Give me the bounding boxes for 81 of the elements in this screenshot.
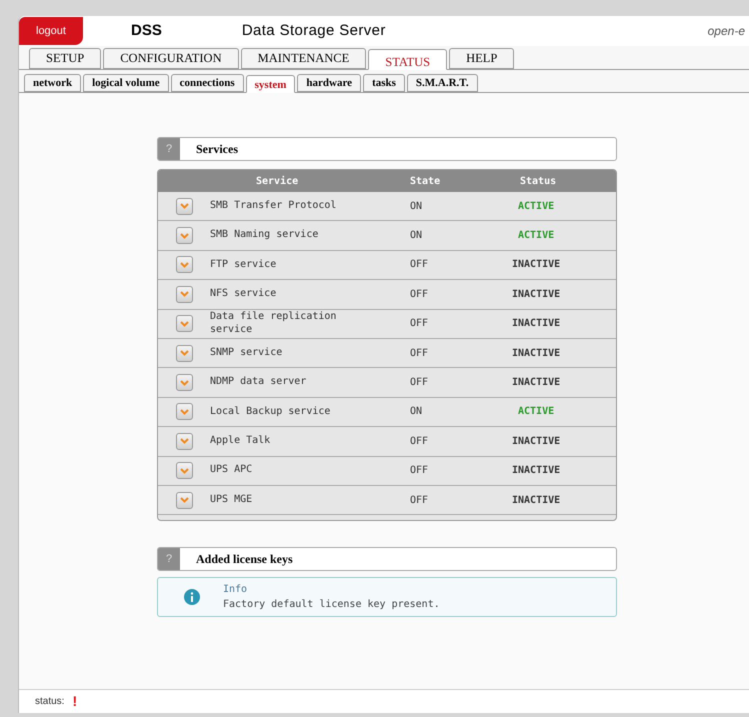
- product-name: DSS: [131, 20, 162, 41]
- info-icon: [184, 589, 200, 606]
- service-name: SMB Transfer Protocol: [210, 200, 338, 212]
- state-cell-text: OFF: [410, 464, 430, 478]
- subtab[interactable]: connections: [170, 74, 244, 92]
- state-cell-text: OFF: [410, 434, 430, 449]
- status-cell-text: INACTIVE: [512, 434, 560, 449]
- status-cell-text: INACTIVE: [512, 346, 560, 361]
- section-title: Services: [196, 141, 238, 158]
- info-message: Factory default license key present.: [223, 598, 440, 612]
- chevron-down-icon: [180, 350, 188, 356]
- state-cell-text: ON: [410, 405, 424, 420]
- chevron-down-icon: [180, 468, 188, 474]
- state-cell-text: OFF: [410, 317, 430, 332]
- state-cell-text: ON: [410, 229, 424, 244]
- chevron-down-icon: [180, 438, 188, 444]
- status-cell-text: INACTIVE: [512, 376, 560, 390]
- state-cell-text: OFF: [410, 258, 430, 272]
- expand-button[interactable]: [176, 374, 192, 392]
- chevron-down-icon: [180, 497, 188, 504]
- logout-button[interactable]: logout: [19, 17, 83, 45]
- status-cell-text: INACTIVE: [512, 494, 560, 508]
- expand-button[interactable]: [176, 256, 192, 274]
- column-header: Service: [256, 174, 300, 188]
- tab[interactable]: SETUP: [29, 48, 102, 69]
- chevron-down-icon: [180, 291, 188, 298]
- state-cell-text: OFF: [410, 346, 430, 361]
- chevron-down-icon: [180, 320, 188, 327]
- service-name: SMB Naming service: [210, 229, 320, 242]
- expand-button[interactable]: [176, 198, 192, 215]
- service-name: SNMP service: [210, 346, 284, 360]
- app-title: Data Storage Server: [242, 20, 386, 41]
- subtab[interactable]: S.M.A.R.T.: [406, 74, 478, 92]
- service-name: NDMP data server: [210, 376, 308, 389]
- state-cell-text: OFF: [410, 494, 430, 508]
- column-header: State: [410, 174, 442, 188]
- chevron-down-icon: [180, 408, 188, 415]
- expand-button[interactable]: [176, 227, 192, 244]
- status-cell-text: INACTIVE: [512, 258, 560, 272]
- service-name: UPS MGE: [210, 494, 254, 506]
- status-cell-text: INACTIVE: [512, 464, 560, 478]
- info-title: Info: [223, 583, 248, 598]
- service-name: NFS service: [210, 288, 278, 301]
- expand-button[interactable]: [176, 403, 192, 420]
- subtab[interactable]: system: [246, 75, 296, 93]
- tab[interactable]: HELP: [449, 48, 514, 69]
- status-warning-text: !: [72, 692, 78, 711]
- expand-button[interactable]: [176, 315, 192, 332]
- tab[interactable]: CONFIGURATION: [103, 48, 239, 69]
- status-cell-text: ACTIVE: [518, 405, 554, 420]
- expand-button[interactable]: [176, 492, 192, 509]
- service-name: FTP service: [210, 258, 278, 272]
- service-name: Apple Talk: [210, 435, 272, 448]
- section-title: Added license keys: [196, 551, 293, 568]
- subtab[interactable]: network: [24, 74, 82, 92]
- chevron-down-icon: [180, 203, 188, 210]
- subtab[interactable]: logical volume: [83, 74, 169, 92]
- expand-button[interactable]: [176, 462, 192, 480]
- state-cell-text: ON: [410, 200, 424, 214]
- service-name: UPS APC: [210, 464, 254, 477]
- tab[interactable]: STATUS: [368, 49, 448, 70]
- brand-text: open-e: [708, 23, 745, 40]
- column-header: Status: [520, 174, 556, 188]
- subtab[interactable]: tasks: [363, 74, 405, 92]
- chevron-down-icon: [180, 232, 188, 239]
- service-name: Local Backup service: [210, 406, 332, 418]
- status-cell-text: INACTIVE: [512, 317, 560, 332]
- state-cell-text: OFF: [410, 376, 430, 390]
- service-name: Data file replication service: [210, 311, 338, 336]
- status-cell-text: ACTIVE: [518, 229, 554, 244]
- chevron-down-icon: [180, 380, 188, 386]
- status-label: status:: [35, 695, 64, 709]
- status-cell-text: ACTIVE: [518, 200, 554, 214]
- status-cell-text: INACTIVE: [512, 288, 560, 302]
- state-cell-text: OFF: [410, 288, 430, 302]
- expand-button[interactable]: [176, 432, 192, 450]
- tab[interactable]: MAINTENANCE: [240, 48, 366, 69]
- expand-button[interactable]: [176, 286, 192, 303]
- expand-button[interactable]: [176, 344, 192, 362]
- chevron-down-icon: [180, 262, 188, 268]
- subtab[interactable]: hardware: [297, 74, 362, 92]
